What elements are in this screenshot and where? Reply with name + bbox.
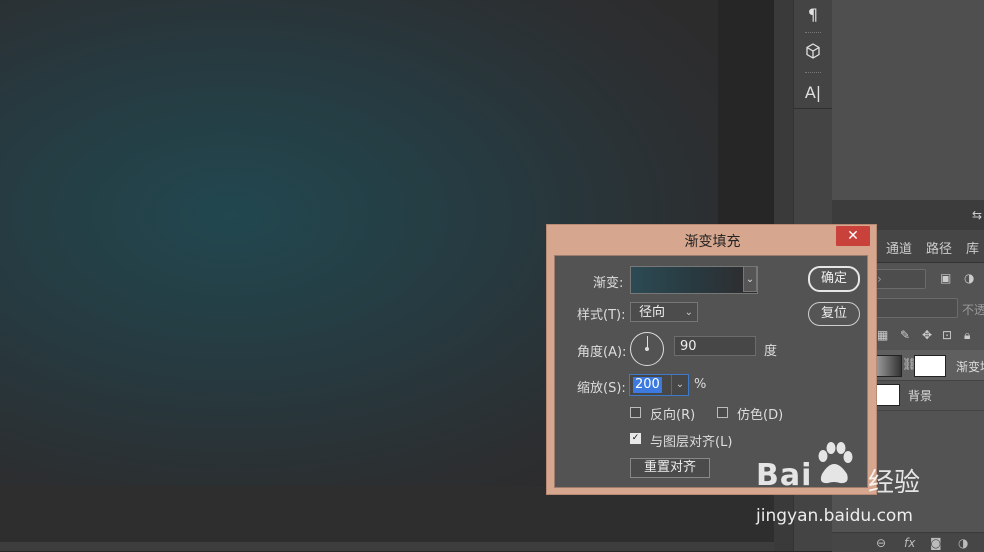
- reset-alignment-button[interactable]: 重置对齐: [630, 458, 710, 478]
- angle-unit: 度: [764, 344, 778, 359]
- style-select[interactable]: 径向 ⌄: [630, 302, 698, 322]
- layers-panel-footer: ⊖ fx ◙ ◑: [832, 532, 984, 552]
- lock-transparent-icon[interactable]: ▦: [877, 328, 888, 342]
- dialog-title: 渐变填充: [684, 234, 741, 250]
- status-bar: [0, 542, 774, 551]
- add-mask-icon[interactable]: ◙: [930, 536, 942, 550]
- layer-name: 背景: [908, 389, 933, 403]
- opacity-label: 不透: [962, 303, 984, 317]
- ok-button[interactable]: 确定: [808, 266, 860, 292]
- layer-mask-thumbnail: [914, 355, 946, 377]
- new-adjustment-icon[interactable]: ◑: [958, 536, 968, 550]
- angle-center: [645, 347, 649, 351]
- tab-libraries[interactable]: 库: [966, 238, 979, 257]
- layer-thumbnail: [876, 384, 900, 406]
- chevron-down-icon[interactable]: ⌄: [671, 375, 688, 395]
- scale-unit: %: [694, 377, 707, 392]
- lock-artboard-icon[interactable]: ⊡: [942, 328, 952, 342]
- align-with-layer-label: 与图层对齐(L): [650, 435, 733, 450]
- reverse-checkbox[interactable]: [630, 407, 641, 418]
- align-with-layer-checkbox[interactable]: ✓: [630, 433, 641, 444]
- watermark-brand: Bai: [756, 458, 813, 493]
- layer-name: 渐变填: [956, 360, 984, 374]
- fx-icon[interactable]: fx: [904, 536, 915, 550]
- close-button[interactable]: ✕: [836, 226, 870, 246]
- scale-value: 200: [633, 377, 662, 393]
- gradient-dropdown[interactable]: ⌄: [743, 266, 757, 292]
- scale-input[interactable]: 200 ⌄: [629, 374, 689, 396]
- angle-label: 角度(A):: [577, 345, 627, 360]
- layer-kind-select[interactable]: ›: [872, 269, 926, 289]
- blend-mode-select[interactable]: [872, 298, 958, 318]
- panel-grip: [805, 72, 821, 76]
- watermark-url: jingyan.baidu.com: [756, 506, 913, 526]
- link-layers-icon[interactable]: ⊖: [876, 536, 886, 550]
- adjustment-filter-icon[interactable]: ◑: [964, 271, 974, 285]
- style-label: 样式(T):: [577, 308, 626, 323]
- gradient-label: 渐变:: [593, 276, 624, 291]
- tab-channels[interactable]: 通道: [886, 238, 912, 257]
- lock-position-icon[interactable]: ✥: [922, 328, 932, 342]
- panel-grip: [805, 32, 821, 36]
- lock-brush-icon[interactable]: ✎: [900, 328, 910, 342]
- baidu-jingyan-watermark: Bai 经验 jingyan.baidu.com: [756, 440, 966, 530]
- character-icon[interactable]: A|: [794, 78, 832, 106]
- angle-input[interactable]: 90: [674, 336, 756, 356]
- dither-label: 仿色(D): [737, 408, 784, 423]
- dither-checkbox[interactable]: [717, 407, 728, 418]
- panel-expand-icon[interactable]: ⇆: [972, 208, 982, 222]
- watermark-brand-tail: 经验: [868, 468, 921, 498]
- lock-all-icon[interactable]: 🔒︎: [964, 328, 970, 343]
- reverse-label: 反向(R): [650, 408, 696, 423]
- chevron-down-icon: ⌄: [745, 274, 755, 285]
- gradient-preview[interactable]: [630, 266, 758, 294]
- scale-label: 缩放(S):: [577, 381, 626, 396]
- style-value: 径向: [639, 305, 666, 320]
- reset-button[interactable]: 复位: [808, 302, 860, 326]
- 3d-cube-icon[interactable]: [794, 37, 832, 65]
- baidu-paw-logo: [818, 442, 853, 484]
- divider: [794, 108, 832, 109]
- image-filter-icon[interactable]: ▣: [940, 271, 951, 285]
- chevron-down-icon: ⌄: [684, 307, 693, 318]
- paragraph-icon[interactable]: ¶: [794, 0, 832, 28]
- angle-dial[interactable]: [630, 332, 664, 366]
- upper-panel: [832, 0, 984, 201]
- tab-paths[interactable]: 路径: [926, 238, 952, 257]
